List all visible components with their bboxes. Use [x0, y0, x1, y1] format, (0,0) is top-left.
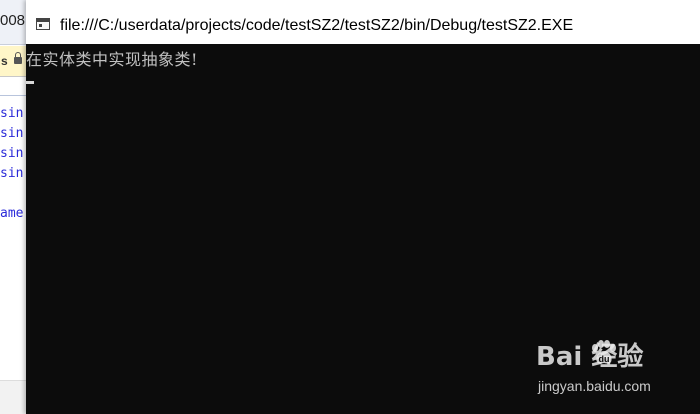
editor-info-bar-label: s [1, 54, 8, 68]
code-line: sin [0, 126, 24, 141]
editor-bottom-panel [0, 380, 26, 414]
console-app-icon[interactable] [36, 18, 50, 30]
editor-tab-label: 008 [0, 12, 26, 29]
console-title-bar[interactable]: file:///C:/userdata/projects/code/testSZ… [26, 0, 700, 45]
code-line: sin [0, 146, 24, 161]
editor-divider [0, 95, 26, 96]
baidu-jingyan-watermark: Bai 经验 du jingyan.baidu.com [500, 336, 680, 400]
screen: 008 s sin sin sin sin ame file:///C:/use… [0, 0, 700, 414]
background-editor: 008 s sin sin sin sin ame [0, 0, 27, 414]
console-output-line: 在实体类中实现抽象类! [26, 50, 198, 69]
svg-text:du: du [599, 354, 610, 364]
watermark-url: jingyan.baidu.com [538, 378, 651, 394]
baidu-paw-icon: du [592, 340, 616, 364]
code-line: sin [0, 166, 24, 181]
code-line: sin [0, 106, 24, 121]
editor-info-bar: s [0, 46, 26, 77]
text-cursor [26, 81, 34, 84]
editor-tab[interactable]: 008 [0, 0, 26, 45]
code-line: ame [0, 206, 24, 221]
lock-icon [14, 52, 22, 64]
console-window-title: file:///C:/userdata/projects/code/testSZ… [60, 17, 574, 34]
